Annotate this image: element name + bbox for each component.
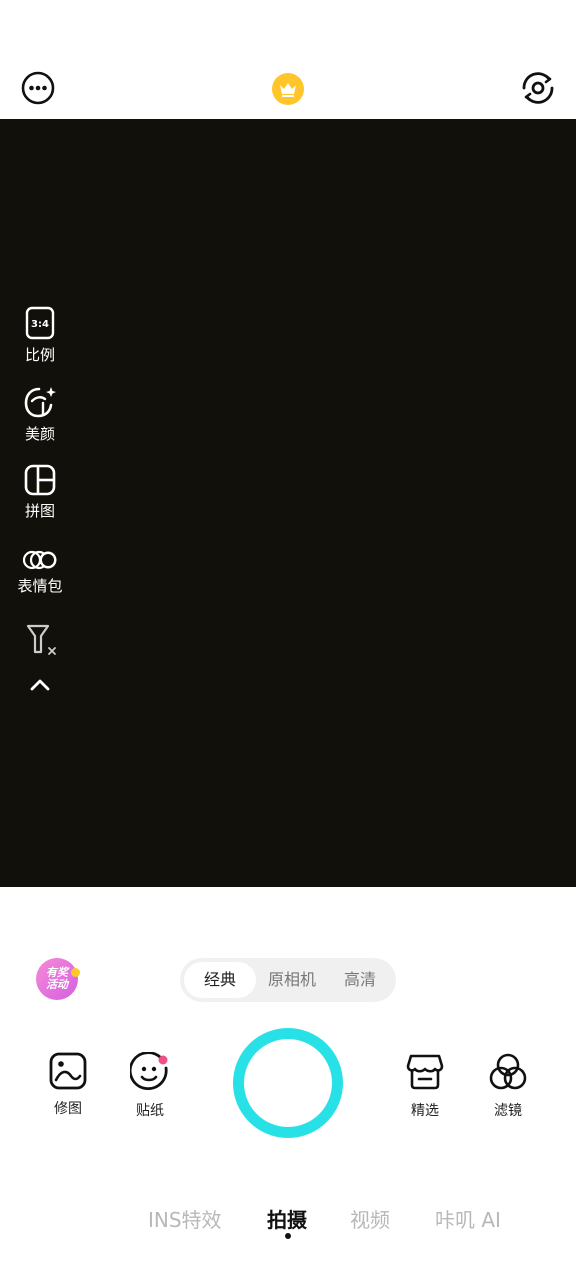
featured-label: 精选 xyxy=(411,1103,439,1119)
active-tab-indicator xyxy=(285,1233,291,1239)
promo-text-line2: 活动 xyxy=(46,978,68,991)
promo-dot xyxy=(71,968,80,977)
collapse-tools-button[interactable] xyxy=(0,676,80,694)
store-icon xyxy=(406,1054,444,1090)
collage-icon xyxy=(24,464,56,496)
sticker-smile-icon xyxy=(130,1052,168,1091)
filter-off-icon xyxy=(26,624,56,655)
collage-label: 拼图 xyxy=(24,502,55,520)
vip-button[interactable] xyxy=(271,72,305,106)
filter-label: 滤镜 xyxy=(494,1103,522,1119)
aspect-ratio-icon: 3:4 xyxy=(25,306,55,340)
beauty-tool[interactable]: 美颜 xyxy=(0,385,80,444)
chevron-up-icon xyxy=(30,679,50,691)
sticker-tool[interactable]: 贴纸 xyxy=(115,1052,185,1120)
image-edit-icon xyxy=(49,1052,87,1090)
crown-icon xyxy=(272,73,304,105)
tab-video[interactable]: 视频 xyxy=(350,1204,390,1233)
mode-hd[interactable]: 高清 xyxy=(328,962,392,998)
camera-flip-icon xyxy=(522,72,554,104)
beauty-face-icon xyxy=(24,387,56,418)
meme-tool[interactable]: 表情包 xyxy=(0,549,80,596)
tab-kaji-ai[interactable]: 咔叽 AI xyxy=(435,1204,501,1233)
ratio-label: 比例 xyxy=(24,346,55,364)
ratio-tool[interactable]: 3:4 比例 xyxy=(0,306,80,365)
top-bar xyxy=(0,0,576,119)
filter-toggle-button[interactable] xyxy=(0,622,80,658)
capture-mode-switch: 经典 原相机 高清 xyxy=(180,958,396,1002)
beauty-label: 美颜 xyxy=(24,425,55,443)
camera-viewfinder[interactable] xyxy=(0,119,576,887)
flip-camera-button[interactable] xyxy=(516,68,560,108)
tab-shoot[interactable]: 拍摄 xyxy=(267,1204,307,1233)
reward-activity-badge[interactable]: 有奖 活动 xyxy=(36,958,80,1000)
edit-label: 修图 xyxy=(54,1101,82,1117)
more-options-button[interactable] xyxy=(18,68,58,108)
meme-pack-icon xyxy=(22,550,57,570)
filter-tool[interactable]: 滤镜 xyxy=(473,1052,543,1120)
edit-tool[interactable]: 修图 xyxy=(33,1052,103,1118)
tab-ins-effects[interactable]: INS特效 xyxy=(148,1204,222,1233)
featured-tool[interactable]: 精选 xyxy=(390,1052,460,1120)
filter-circles-icon xyxy=(489,1053,527,1090)
collage-tool[interactable]: 拼图 xyxy=(0,464,80,521)
meme-label: 表情包 xyxy=(17,577,63,595)
sticker-label: 贴纸 xyxy=(136,1103,164,1119)
shutter-button[interactable] xyxy=(233,1028,343,1138)
mode-original-camera[interactable]: 原相机 xyxy=(258,962,326,998)
svg-text:3:4: 3:4 xyxy=(31,319,49,330)
mode-classic[interactable]: 经典 xyxy=(184,962,256,998)
more-horizontal-icon xyxy=(21,71,55,105)
